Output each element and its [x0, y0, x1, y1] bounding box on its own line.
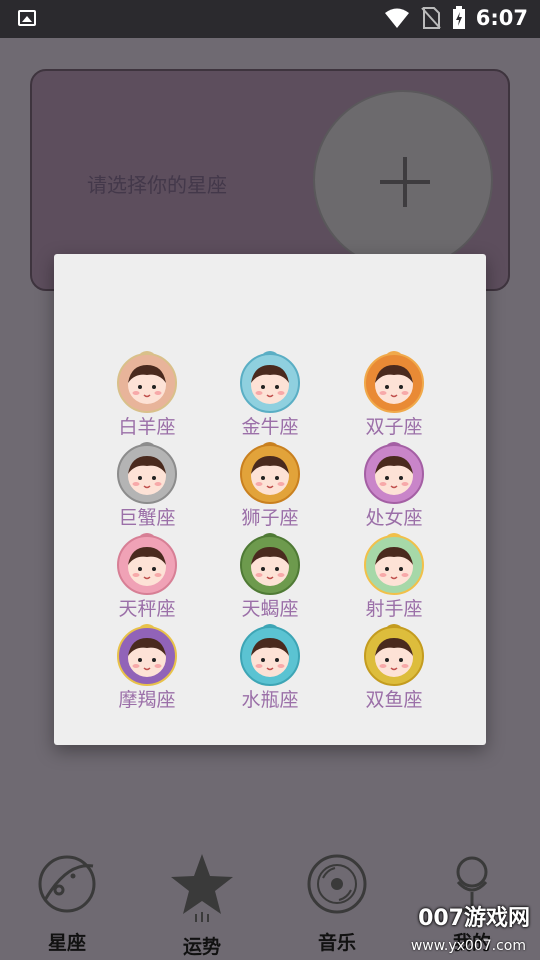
nav-label-fortune: 运势 [182, 936, 221, 958]
sign-virgo[interactable]: 处女座 [339, 440, 449, 530]
leo-avatar-icon [240, 442, 300, 504]
sign-label: 天秤座 [118, 598, 176, 620]
cancer-avatar-icon [117, 442, 177, 504]
sign-label: 水瓶座 [241, 689, 299, 711]
capricorn-avatar-icon [117, 624, 177, 686]
watermark-logo: 007游戏网 [418, 906, 530, 931]
libra-avatar-icon [117, 533, 177, 595]
sign-label: 狮子座 [241, 507, 299, 529]
sign-label: 处女座 [365, 507, 423, 529]
battery-charging-icon [452, 6, 465, 29]
nav-item-horoscope[interactable]: 星座 [7, 840, 127, 960]
sign-label: 摩羯座 [118, 689, 176, 711]
sign-label: 白羊座 [118, 416, 176, 438]
wifi-icon [384, 8, 409, 28]
status-bar: 6:07 [0, 0, 540, 38]
sign-taurus[interactable]: 金牛座 [215, 349, 325, 439]
aquarius-avatar-icon [240, 624, 300, 686]
star-icon [171, 854, 233, 922]
sign-aquarius[interactable]: 水瓶座 [215, 622, 325, 712]
taurus-avatar-icon [240, 351, 300, 413]
nav-item-fortune[interactable]: 运势 [142, 840, 262, 960]
planet-icon [38, 855, 96, 913]
sign-cancer[interactable]: 巨蟹座 [92, 440, 202, 530]
sagittarius-avatar-icon [364, 533, 424, 595]
sign-libra[interactable]: 天秤座 [92, 531, 202, 621]
sign-label: 巨蟹座 [118, 507, 176, 529]
disc-icon [307, 854, 367, 914]
sign-scorpio[interactable]: 天蝎座 [215, 531, 325, 621]
picker-prompt: 请选择你的星座 [87, 173, 227, 197]
zodiac-select-dialog: 白羊座 金牛座 双子座 巨蟹座 狮子座 处女座 天秤座 天蝎座 射手座 摩羯座 … [54, 254, 486, 745]
pisces-avatar-icon [364, 624, 424, 686]
sign-label: 双鱼座 [365, 689, 423, 711]
watermark-url: www.yx007.com [410, 938, 526, 954]
gemini-avatar-icon [364, 351, 424, 413]
no-sim-icon [421, 7, 441, 29]
nav-label-music: 音乐 [317, 932, 356, 954]
nav-item-music[interactable]: 音乐 [277, 840, 397, 960]
nav-label-horoscope: 星座 [47, 932, 86, 954]
gallery-notification-icon [18, 10, 36, 26]
sign-gemini[interactable]: 双子座 [339, 349, 449, 439]
virgo-avatar-icon [364, 442, 424, 504]
sign-capricorn[interactable]: 摩羯座 [92, 622, 202, 712]
status-time: 6:07 [475, 6, 528, 30]
sign-pisces[interactable]: 双鱼座 [339, 622, 449, 712]
sign-label: 射手座 [365, 598, 423, 620]
sign-label: 双子座 [365, 416, 423, 438]
aries-avatar-icon [117, 351, 177, 413]
sign-label: 天蝎座 [241, 598, 299, 620]
sign-label: 金牛座 [241, 416, 299, 438]
sign-sagittarius[interactable]: 射手座 [339, 531, 449, 621]
add-sign-button[interactable] [313, 90, 493, 270]
sign-leo[interactable]: 狮子座 [215, 440, 325, 530]
sign-aries[interactable]: 白羊座 [92, 349, 202, 439]
scorpio-avatar-icon [240, 533, 300, 595]
